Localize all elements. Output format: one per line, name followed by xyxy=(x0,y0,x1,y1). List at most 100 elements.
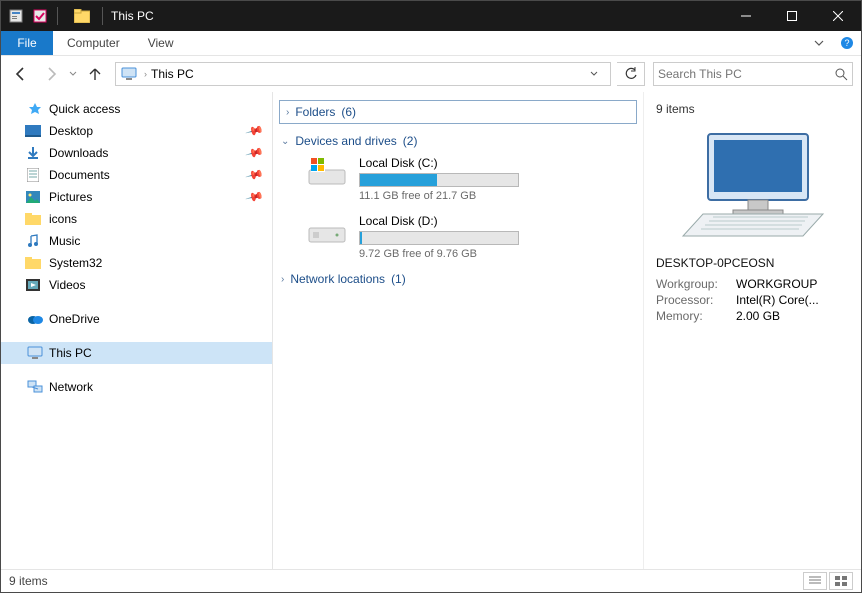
folder-icon xyxy=(25,211,41,227)
search-box[interactable] xyxy=(653,62,853,86)
details-pane: 9 items DESKTOP-0PCEOSN xyxy=(643,92,861,569)
status-item-count: 9 items xyxy=(9,574,48,588)
detail-value: WORKGROUP xyxy=(736,276,849,292)
title-divider xyxy=(102,7,103,25)
title-bar: This PC xyxy=(1,1,861,31)
sidebar-item-downloads[interactable]: Downloads 📌 xyxy=(1,142,272,164)
sidebar-item-pictures[interactable]: Pictures 📌 xyxy=(1,186,272,208)
sidebar-label: OneDrive xyxy=(49,312,100,326)
computer-name: DESKTOP-0PCEOSN xyxy=(656,256,849,270)
sidebar-item-desktop[interactable]: Desktop 📌 xyxy=(1,120,272,142)
forward-button[interactable] xyxy=(37,60,65,88)
address-dropdown[interactable] xyxy=(590,70,608,78)
tab-view[interactable]: View xyxy=(134,31,188,55)
sidebar-item-label: Pictures xyxy=(49,190,92,204)
pin-icon: 📌 xyxy=(245,121,265,141)
sidebar-item-videos[interactable]: Videos xyxy=(1,274,272,296)
star-icon xyxy=(27,101,43,117)
sidebar-item-documents[interactable]: Documents 📌 xyxy=(1,164,272,186)
help-button[interactable]: ? xyxy=(833,31,861,55)
details-table: Workgroup:WORKGROUP Processor:Intel(R) C… xyxy=(656,276,849,324)
pictures-icon xyxy=(25,189,41,205)
sidebar-item-label: System32 xyxy=(49,256,102,270)
sidebar-onedrive[interactable]: OneDrive xyxy=(1,308,272,330)
drive-c[interactable]: Local Disk (C:) 11.1 GB free of 21.7 GB xyxy=(279,152,637,210)
history-dropdown[interactable] xyxy=(67,70,79,78)
detail-row: Processor:Intel(R) Core(... xyxy=(656,292,849,308)
drive-icon xyxy=(307,156,347,188)
drive-free-text: 9.72 GB free of 9.76 GB xyxy=(359,248,519,260)
group-count: (1) xyxy=(391,272,406,286)
network-icon xyxy=(27,379,43,395)
file-tab[interactable]: File xyxy=(1,31,53,55)
sidebar-this-pc[interactable]: This PC xyxy=(1,342,272,364)
address-bar[interactable]: › This PC xyxy=(115,62,611,86)
videos-icon xyxy=(25,277,41,293)
view-large-icons-button[interactable] xyxy=(829,572,853,590)
detail-key: Workgroup: xyxy=(656,276,736,292)
chevron-right-icon[interactable]: › xyxy=(140,69,151,79)
drive-usage-bar xyxy=(359,231,519,245)
search-icon[interactable] xyxy=(835,68,848,81)
up-button[interactable] xyxy=(81,60,109,88)
detail-value: 2.00 GB xyxy=(736,308,849,324)
minimize-button[interactable] xyxy=(723,1,769,31)
sidebar-item-label: Music xyxy=(49,234,80,248)
item-count: 9 items xyxy=(656,102,849,116)
pin-icon: 📌 xyxy=(245,143,265,163)
refresh-button[interactable] xyxy=(617,62,645,86)
chevron-right-icon: › xyxy=(286,107,289,118)
sidebar-item-label: Downloads xyxy=(49,146,108,160)
this-pc-icon xyxy=(27,345,43,361)
content-area: › Folders (6) ⌄ Devices and drives (2) L… xyxy=(273,92,643,569)
breadcrumb-this-pc[interactable]: This PC xyxy=(151,67,194,81)
sidebar-item-music[interactable]: Music xyxy=(1,230,272,252)
back-button[interactable] xyxy=(7,60,35,88)
sidebar-item-label: Videos xyxy=(49,278,85,292)
checkbox-icon[interactable] xyxy=(29,5,51,27)
drive-name: Local Disk (D:) xyxy=(359,214,519,228)
ribbon-expand-button[interactable] xyxy=(805,31,833,55)
drive-icon xyxy=(307,214,347,246)
group-folders[interactable]: › Folders (6) xyxy=(279,100,637,124)
documents-icon xyxy=(25,167,41,183)
music-icon xyxy=(25,233,41,249)
folder-icon xyxy=(25,255,41,271)
maximize-button[interactable] xyxy=(769,1,815,31)
tab-computer[interactable]: Computer xyxy=(53,31,134,55)
chevron-down-icon: ⌄ xyxy=(281,136,289,147)
group-count: (2) xyxy=(403,134,418,148)
sidebar-network[interactable]: Network xyxy=(1,376,272,398)
group-count: (6) xyxy=(341,105,356,119)
group-network-locations[interactable]: › Network locations (1) xyxy=(279,268,637,290)
this-pc-icon xyxy=(118,67,140,81)
sidebar-item-label: Documents xyxy=(49,168,110,182)
sidebar-item-icons[interactable]: icons xyxy=(1,208,272,230)
computer-illustration xyxy=(663,126,843,246)
detail-key: Processor: xyxy=(656,292,736,308)
group-label: Network locations xyxy=(290,272,385,286)
status-bar: 9 items xyxy=(1,569,861,592)
navigation-pane: Quick access Desktop 📌 Downloads 📌 Docum… xyxy=(1,92,273,569)
search-input[interactable] xyxy=(658,67,835,81)
detail-row: Workgroup:WORKGROUP xyxy=(656,276,849,292)
quick-access-toolbar xyxy=(1,5,66,27)
drive-usage-bar xyxy=(359,173,519,187)
properties-icon[interactable] xyxy=(5,5,27,27)
group-devices[interactable]: ⌄ Devices and drives (2) xyxy=(279,130,637,152)
pin-icon: 📌 xyxy=(245,165,265,185)
sidebar-item-system32[interactable]: System32 xyxy=(1,252,272,274)
view-details-button[interactable] xyxy=(803,572,827,590)
qat-divider xyxy=(57,7,58,25)
chevron-right-icon: › xyxy=(281,274,284,285)
drive-d[interactable]: Local Disk (D:) 9.72 GB free of 9.76 GB xyxy=(279,210,637,268)
navigation-toolbar: › This PC xyxy=(1,56,861,92)
sidebar-item-label: icons xyxy=(49,212,77,226)
drive-free-text: 11.1 GB free of 21.7 GB xyxy=(359,190,519,202)
sidebar-label: This PC xyxy=(49,346,92,360)
close-button[interactable] xyxy=(815,1,861,31)
downloads-icon xyxy=(25,145,41,161)
ribbon-bar: File Computer View ? xyxy=(1,31,861,56)
sidebar-quick-access[interactable]: Quick access xyxy=(1,98,272,120)
group-label: Devices and drives xyxy=(295,134,396,148)
